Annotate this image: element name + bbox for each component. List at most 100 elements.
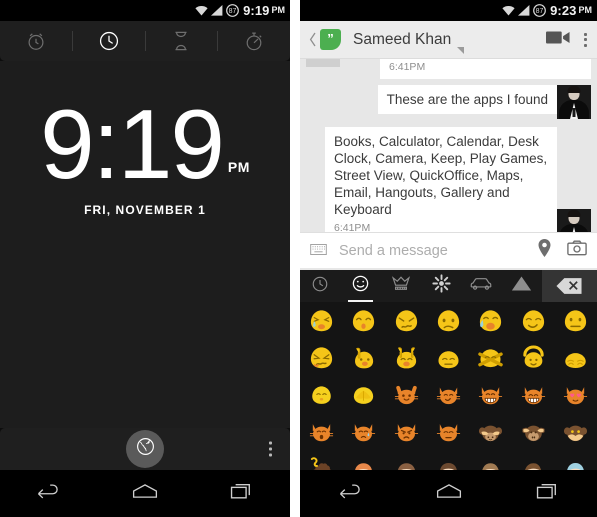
tab-clock[interactable] [73, 21, 145, 61]
emoji-persevere-blob[interactable] [300, 339, 342, 376]
emoji-smirking-blob[interactable] [512, 302, 554, 339]
battery-icon: 87 [226, 4, 239, 17]
wifi-icon [195, 5, 208, 16]
backspace-delete-icon[interactable] [541, 270, 597, 302]
emoji-grinning-cat[interactable] [427, 376, 469, 413]
battery-icon: 87 [533, 4, 546, 17]
tab-stopwatch[interactable] [218, 21, 290, 61]
emoji-pensive-blob[interactable] [300, 376, 342, 413]
emoji-downcast-blob[interactable] [427, 339, 469, 376]
emoji-weary-cat[interactable] [427, 413, 469, 450]
emoji-tab-people[interactable] [381, 270, 421, 302]
left-status-bar: 87 9:19 PM [0, 0, 290, 21]
right-status-bar: 87 9:23 PM [300, 0, 597, 21]
emoji-frowning-blob[interactable] [427, 302, 469, 339]
emoji-raising-both-hands-blob[interactable] [385, 339, 427, 376]
emoji-tab-recent[interactable] [300, 270, 340, 302]
clock-digits-group: 9:19 PM [40, 89, 250, 199]
smiley-face-icon [351, 274, 370, 298]
emoji-kissing-blob[interactable] [342, 302, 384, 339]
nav-recents-button[interactable] [213, 477, 271, 511]
compose-action-icons [538, 239, 587, 262]
hangouts-logo-glyph: ” [327, 31, 334, 46]
clock-icon [98, 30, 120, 52]
hangouts-action-bar: ” Sameed Khan [300, 21, 597, 59]
clock-icon [311, 275, 329, 298]
emoji-hear-no-evil-monkey[interactable] [512, 413, 554, 450]
emoji-tab-nature[interactable] [421, 270, 461, 302]
avatar-tie [572, 108, 576, 117]
clock-overflow-menu[interactable] [269, 441, 272, 457]
alarm-clock-icon [25, 30, 47, 52]
tab-alarm[interactable] [0, 21, 72, 61]
emoji-speak-no-evil-monkey[interactable] [555, 413, 597, 450]
emoji-pouting-cat[interactable] [385, 413, 427, 450]
clock-app-root: 9:19 PM FRI, NOVEMBER 1 [0, 21, 290, 517]
location-pin-icon[interactable] [538, 239, 551, 262]
right-status-time: 9:23 [550, 3, 577, 18]
nav-back-button[interactable] [19, 477, 77, 511]
avatar [306, 59, 340, 67]
emoji-confounded-blob[interactable] [385, 302, 427, 339]
video-camera-icon[interactable] [546, 30, 570, 50]
emoji-weary-blob[interactable] [300, 302, 342, 339]
dropdown-caret-icon[interactable] [457, 47, 465, 54]
message-timestamp: 6:41PM [389, 61, 426, 73]
emoji-tab-places[interactable] [461, 270, 501, 302]
emoji-smiling-cat[interactable] [385, 376, 427, 413]
emoji-grid[interactable] [300, 302, 597, 482]
camera-icon[interactable] [567, 240, 587, 261]
emoji-heart-eyes-cat[interactable] [555, 376, 597, 413]
tab-timer[interactable] [146, 21, 218, 61]
world-clock-button[interactable] [126, 430, 164, 468]
overflow-dot [584, 32, 587, 36]
nav-home-button[interactable] [116, 477, 174, 511]
avatar [557, 85, 591, 119]
table-row: Books, Calculator, Calendar, Desk Clock,… [306, 127, 591, 232]
emoji-neutral-blob[interactable] [555, 302, 597, 339]
left-status-time: 9:19 [243, 3, 270, 18]
message-bubble[interactable]: 6:41PM [380, 59, 591, 79]
left-phone-clock-app: 87 9:19 PM 9:19 PM FRI, NOVEMBER 1 [0, 0, 290, 517]
emoji-tab-emotions[interactable] [340, 270, 380, 302]
emoji-see-no-evil-monkey[interactable] [470, 413, 512, 450]
clock-ampm-text: PM [227, 159, 250, 176]
emoji-grinning-cat-eyes[interactable] [470, 376, 512, 413]
message-input[interactable]: Send a message [339, 243, 538, 259]
emoji-praying-blob[interactable] [342, 376, 384, 413]
emoji-tab-symbols[interactable] [502, 270, 542, 302]
conversation-list[interactable]: 6:41PM These are the apps I found Books,… [300, 59, 597, 232]
overflow-dot [584, 38, 587, 41]
hangouts-logo-icon: ” [320, 29, 341, 50]
emoji-raising-hand-blob[interactable] [342, 339, 384, 376]
right-phone-hangouts-app: 87 9:23 PM ” Sameed Khan 6:41PM These ar… [300, 0, 597, 517]
nav-recents-button[interactable] [519, 477, 577, 511]
table-row: These are the apps I found [306, 85, 591, 119]
keyboard-icon[interactable] [310, 242, 327, 260]
clock-main-area: 9:19 PM FRI, NOVEMBER 1 [0, 61, 290, 428]
recent-apps-icon [535, 481, 561, 506]
overflow-menu-icon[interactable] [584, 32, 589, 47]
overflow-dot [269, 453, 272, 457]
stopwatch-icon [243, 30, 265, 52]
emoji-joy-cat[interactable] [512, 376, 554, 413]
clock-time-text: 9:19 [40, 89, 225, 199]
message-timestamp: 6:41PM [334, 222, 371, 232]
message-bubble[interactable]: These are the apps I found [377, 85, 557, 114]
emoji-crying-loud-blob[interactable] [470, 302, 512, 339]
back-chevron-icon[interactable] [308, 32, 318, 47]
nav-home-button[interactable] [420, 477, 478, 511]
contact-name[interactable]: Sameed Khan [353, 31, 451, 49]
right-status-icons: 87 [502, 4, 546, 17]
crown-icon [391, 275, 411, 297]
emoji-no-good-blob[interactable] [470, 339, 512, 376]
emoji-crying-cat[interactable] [342, 413, 384, 450]
clock-tab-bar [0, 21, 290, 61]
screenshot-stage: 87 9:19 PM 9:19 PM FRI, NOVEMBER 1 87 9:… [0, 0, 597, 517]
message-bubble[interactable]: Books, Calculator, Calendar, Desk Clock,… [325, 127, 557, 232]
emoji-ok-gesture-blob[interactable] [512, 339, 554, 376]
avatar-hair [567, 86, 581, 93]
emoji-kissing-cat[interactable] [300, 413, 342, 450]
emoji-bowing-blob[interactable] [555, 339, 597, 376]
nav-back-button[interactable] [321, 477, 379, 511]
